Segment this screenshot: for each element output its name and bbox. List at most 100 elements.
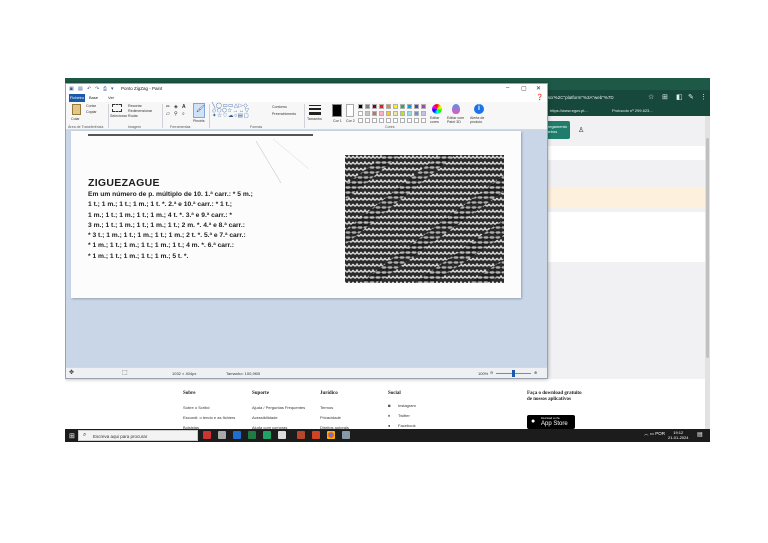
palette-swatch[interactable] [372,111,377,116]
palette-swatch[interactable] [407,104,412,109]
color1-swatch[interactable] [332,104,342,117]
clock[interactable]: 19:12 21-01-2024 [668,430,688,440]
taskbar-app-icon[interactable] [218,431,226,439]
menu-file[interactable]: Ficheiro [69,94,85,102]
close-icon[interactable]: ✕ [536,85,541,92]
windows-start-icon[interactable]: ⊞ [69,432,75,440]
sidepanel-icon[interactable]: ◧ [676,93,683,101]
palette-swatch[interactable] [393,104,398,109]
palette-swatch[interactable] [358,104,363,109]
taskbar-search[interactable]: ⌕ Escreva aqui para procurar [78,430,198,441]
footer-link[interactable]: Facebook [398,423,416,428]
customize-icon[interactable]: ▾ [111,86,114,92]
palette-swatch-empty[interactable] [379,118,384,123]
appstore-badge[interactable]: ● Download on the App Store [527,415,575,429]
star-icon[interactable]: ☆ [648,93,654,101]
palette-swatch-empty[interactable] [414,118,419,123]
footer-link[interactable]: Sobre o Scribd [183,405,209,410]
footer-link[interactable]: Ajuda / Perguntas Frequentes [252,405,305,410]
palette-swatch-empty[interactable] [400,118,405,123]
footer-link[interactable]: Privacidade [320,415,341,420]
color2-swatch[interactable] [346,104,354,117]
palette-swatch-empty[interactable] [358,118,363,123]
palette-swatch-empty[interactable] [407,118,412,123]
paint3d-icon[interactable] [452,104,460,114]
taskbar-app-icon[interactable] [278,431,286,439]
maximize-icon[interactable]: ▢ [521,85,527,92]
palette-swatch-empty[interactable] [386,118,391,123]
magnifier-icon[interactable]: ⌕ [182,111,185,117]
palette-swatch[interactable] [414,104,419,109]
outline-button[interactable]: Contorno [272,105,287,109]
palette-swatch[interactable] [407,111,412,116]
menu-home[interactable]: Base [89,94,98,102]
copy-button[interactable]: Copiar [86,110,97,114]
palette-swatch[interactable] [400,111,405,116]
zoom-in-icon[interactable]: ⊕ [534,370,537,375]
save-icon[interactable]: ▤ [78,86,83,92]
url-text[interactable]: ...scr%2C"platform"%3A"web"%7D [544,95,614,100]
info-icon[interactable]: i [474,104,484,114]
bookmark-egov[interactable]: https://www.egov.pt... [550,108,588,113]
taskbar-app-icon[interactable] [233,431,241,439]
footer-link[interactable]: Instagram [398,403,416,408]
bookmark-protocolo[interactable]: Protocolo nº 299.623... [612,108,653,113]
footer-link[interactable]: Acessibilidade [252,415,278,420]
menu-icon[interactable]: ⋮ [700,93,707,101]
language-indicator[interactable]: POR [655,431,665,436]
footer-link[interactable]: Escundi: o tendo e as fichiers [183,415,235,420]
palette-swatch-empty[interactable] [393,118,398,123]
palette-swatch[interactable] [400,104,405,109]
taskbar-app-icon[interactable] [263,431,271,439]
fill-bucket-icon[interactable]: ◈ [174,104,178,110]
palette-swatch[interactable] [421,104,426,109]
chrome-icon[interactable] [327,431,335,439]
color-picker-icon[interactable]: ⚲ [174,111,178,117]
person-icon[interactable]: ♙ [578,126,584,134]
taskbar-app-icon[interactable] [297,431,305,439]
paint-taskbar-icon[interactable] [342,431,350,439]
palette-swatch[interactable] [414,111,419,116]
taskbar-app-icon[interactable] [312,431,320,439]
palette-swatch[interactable] [386,104,391,109]
resize-button[interactable]: Redimensionar [128,109,152,113]
palette-swatch[interactable] [365,104,370,109]
palette-swatch[interactable] [386,111,391,116]
palette-swatch[interactable] [421,111,426,116]
footer-link[interactable]: Termos [320,405,333,410]
size-icon[interactable] [309,105,321,115]
paste-icon[interactable] [72,104,81,115]
pen-icon[interactable]: ✎ [688,93,694,101]
extension-icon[interactable]: ⊞ [662,93,668,101]
taskbar-app-icon[interactable] [248,431,256,439]
notification-icon[interactable]: ▤ [697,431,703,438]
print-icon[interactable]: ⎙ [103,86,107,92]
eraser-icon[interactable]: ▱ [166,111,170,117]
text-icon[interactable]: A [182,104,186,110]
zoom-out-icon[interactable]: ⊖ [490,370,493,375]
shapes-gallery[interactable]: ╲◯▭▭△▷◇ ◇⬠⬡☆→↔▽ ✦☆♡☁○▤▢ [212,103,268,120]
palette-swatch[interactable] [365,111,370,116]
palette-swatch[interactable] [379,111,384,116]
palette-swatch-empty[interactable] [421,118,426,123]
palette-swatch-empty[interactable] [372,118,377,123]
palette-swatch[interactable] [358,111,363,116]
system-tray[interactable]: ︿ ▭ POR [644,431,665,437]
canvas-area[interactable]: ZIGUEZAGUE Em um número de p. múltiplo d… [66,130,547,367]
help-icon[interactable]: ❓ [536,94,543,101]
cut-button[interactable]: Cortar [86,104,96,108]
fill-button[interactable]: Preenchimento [272,112,296,116]
brushes-button[interactable]: 🖌 [193,103,205,118]
palette-swatch[interactable] [393,111,398,116]
rotate-button[interactable]: Rodar [128,114,138,118]
taskbar-app-icon[interactable] [203,431,211,439]
menu-view[interactable]: Ver [108,94,114,102]
drawing-canvas[interactable]: ZIGUEZAGUE Em um número de p. múltiplo d… [71,131,521,298]
palette-swatch[interactable] [379,104,384,109]
paint-titlebar[interactable]: ▣ ▤ ↶ ↷ ⎙ ▾ Ponto ZigZag - Paint – ▢ ✕ [66,84,547,94]
select-icon[interactable] [112,104,122,112]
zoom-slider-thumb[interactable] [512,370,515,377]
undo-icon[interactable]: ↶ [87,86,91,92]
pencil-icon[interactable]: ✏ [166,104,170,110]
crop-button[interactable]: Recortar [128,104,142,108]
